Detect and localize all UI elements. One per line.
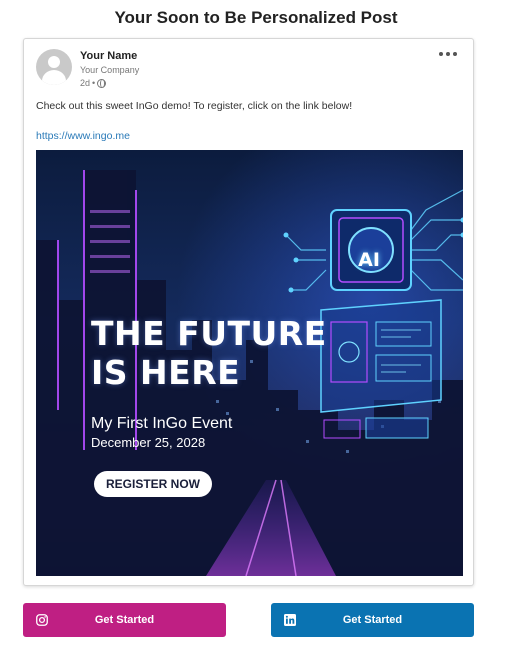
globe-icon xyxy=(97,78,107,88)
instagram-get-started-button[interactable]: Get Started xyxy=(23,603,226,637)
avatar-head xyxy=(48,56,60,68)
avatar-body xyxy=(42,70,66,85)
event-date: December 25, 2028 xyxy=(91,435,206,450)
post-image[interactable]: AI THE FUTURE IS HERE My First InGo Even… xyxy=(36,150,463,576)
linkedin-get-started-button[interactable]: Get Started xyxy=(271,603,474,637)
post-card: Your Name Your Company 2d • Check out th… xyxy=(23,38,474,586)
page-title: Your Soon to Be Personalized Post xyxy=(114,8,398,27)
linkedin-cta-label: Get Started xyxy=(342,614,403,626)
ai-chip-label: AI xyxy=(358,249,380,271)
more-options-icon[interactable] xyxy=(439,49,457,59)
post-text: Check out this sweet InGo demo! To regis… xyxy=(36,100,353,112)
instagram-cta-label: Get Started xyxy=(94,614,155,626)
post-timestamp: 2d xyxy=(80,78,91,88)
author-name[interactable]: Your Name xyxy=(80,50,137,62)
event-name: My First InGo Event xyxy=(91,415,233,432)
avatar[interactable] xyxy=(36,49,72,85)
post-meta: 2d • xyxy=(80,78,107,88)
author-company: Your Company xyxy=(80,65,140,75)
post-link[interactable]: https://www.ingo.me xyxy=(36,130,130,142)
hero-headline: THE FUTURE IS HERE xyxy=(91,314,327,392)
register-now-button[interactable]: REGISTER NOW xyxy=(94,471,212,497)
meta-separator: • xyxy=(92,78,96,88)
